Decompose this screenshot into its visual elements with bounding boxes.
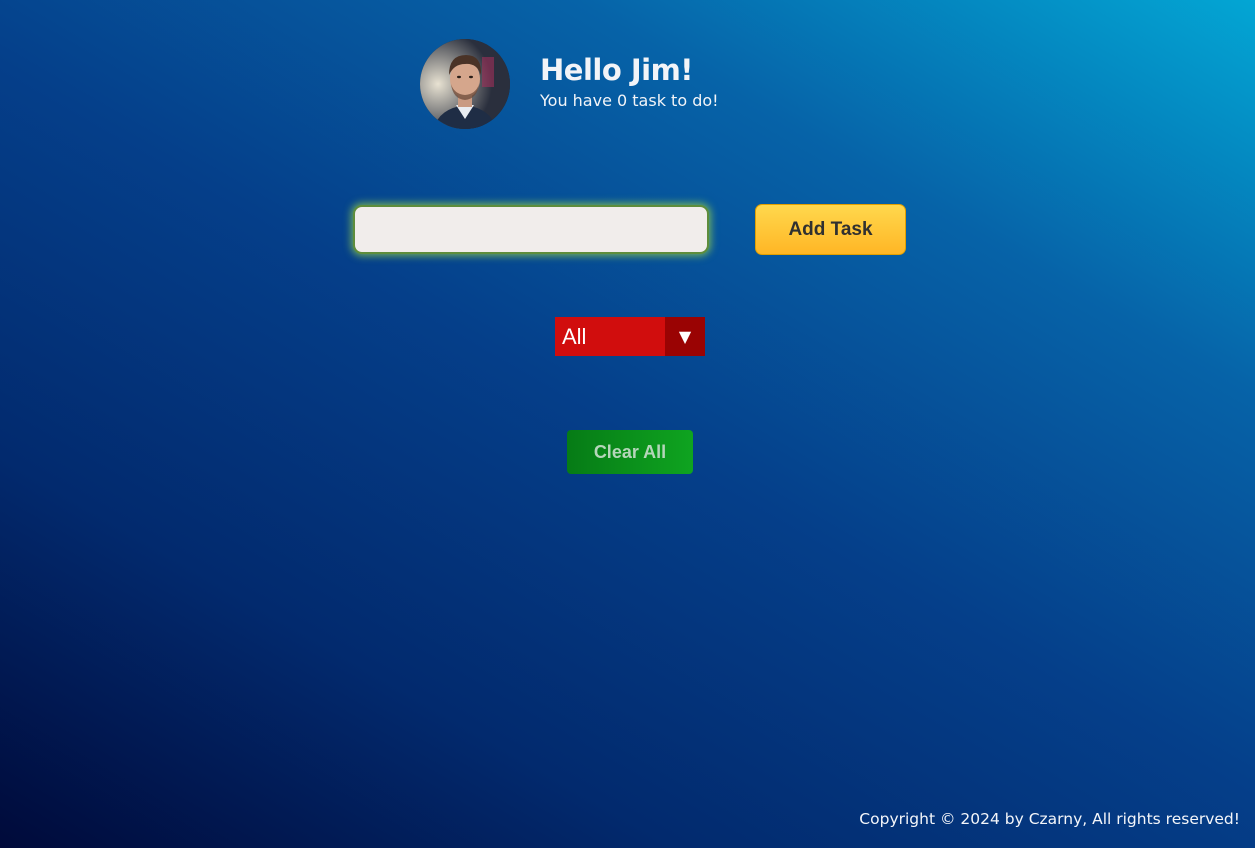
clear-all-button[interactable]: Clear All xyxy=(567,430,693,474)
filter-select[interactable]: All ▼ xyxy=(555,317,705,356)
footer-copyright: Copyright © 2024 by Czarny, All rights r… xyxy=(859,810,1240,828)
filter-selected-value: All xyxy=(555,317,665,356)
header: Hello Jim! You have 0 task to do! xyxy=(420,39,719,129)
greeting-title: Hello Jim! xyxy=(540,53,694,87)
task-input[interactable] xyxy=(353,205,709,254)
greeting-block: Hello Jim! You have 0 task to do! xyxy=(540,52,719,112)
avatar xyxy=(420,39,510,129)
chevron-down-icon: ▼ xyxy=(665,317,705,356)
task-count-text: You have 0 task to do! xyxy=(540,91,719,110)
avatar-photo xyxy=(420,39,510,129)
add-task-button[interactable]: Add Task xyxy=(755,204,906,255)
